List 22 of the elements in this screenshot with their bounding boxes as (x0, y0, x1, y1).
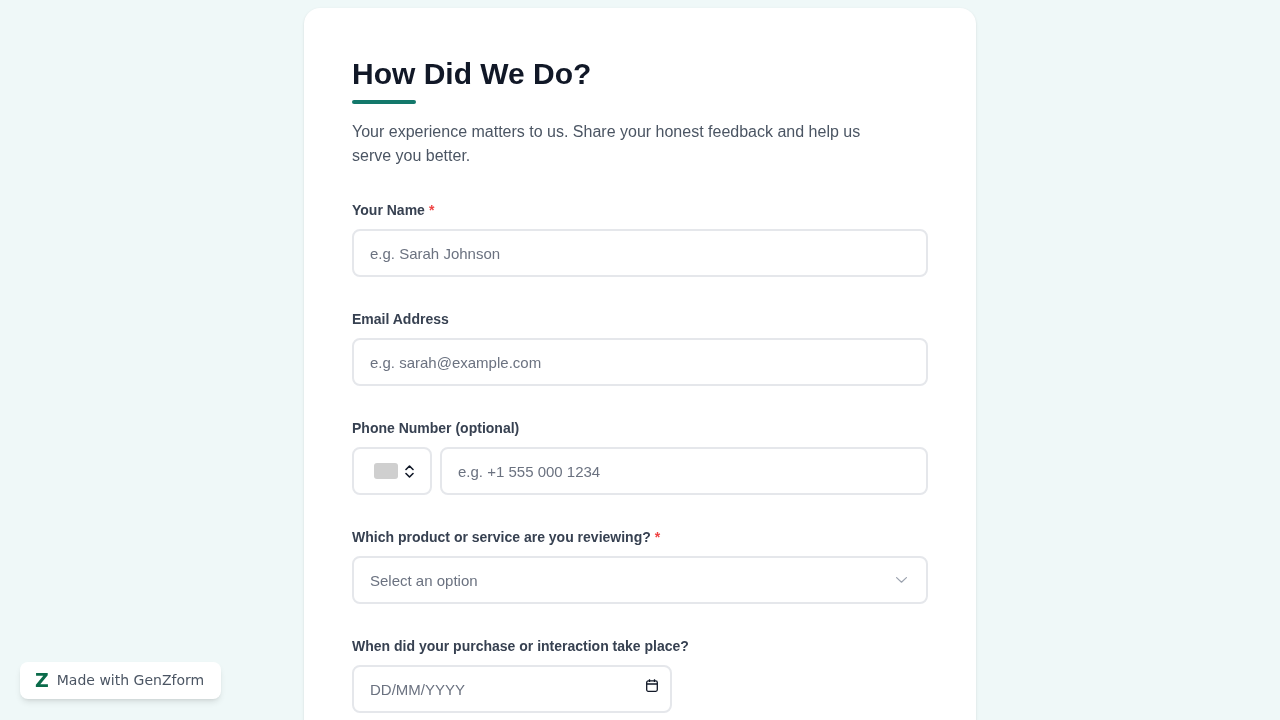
field-label: When did your purchase or interaction take place? (352, 637, 689, 656)
form-description: Your experience matters to us. Share your honest feedback and help us serve you better. (352, 122, 862, 166)
logo-mark: Z (35, 671, 49, 690)
field-label: Email Address (352, 310, 449, 329)
title-underline (352, 100, 416, 104)
field-label: Which product or service are you reviewing? (352, 528, 651, 547)
badge-text: Made with GenZform (56, 671, 205, 690)
made-with-badge[interactable]: Z Made with GenZform (20, 662, 221, 699)
field-label: Phone Number (optional) (352, 419, 520, 438)
text-input[interactable]: e.g. sarah@example.com (352, 338, 928, 386)
select-field[interactable]: Select an option (352, 556, 928, 604)
required-mark: * (654, 528, 661, 547)
phone-input[interactable]: e.g. +1 555 000 1234 (440, 447, 928, 495)
text-input[interactable]: e.g. Sarah Johnson (352, 229, 928, 277)
required-mark: * (428, 201, 435, 220)
form-title: How Did We Do? (352, 56, 593, 92)
up-down-chevron-icon (405, 464, 414, 478)
chevron-down-icon (896, 577, 907, 583)
flag-placeholder-icon (374, 463, 398, 479)
date-field[interactable]: DD/MM/YYYY (352, 665, 672, 713)
field-label: Your Name (352, 201, 425, 220)
calendar-icon[interactable] (646, 679, 658, 692)
